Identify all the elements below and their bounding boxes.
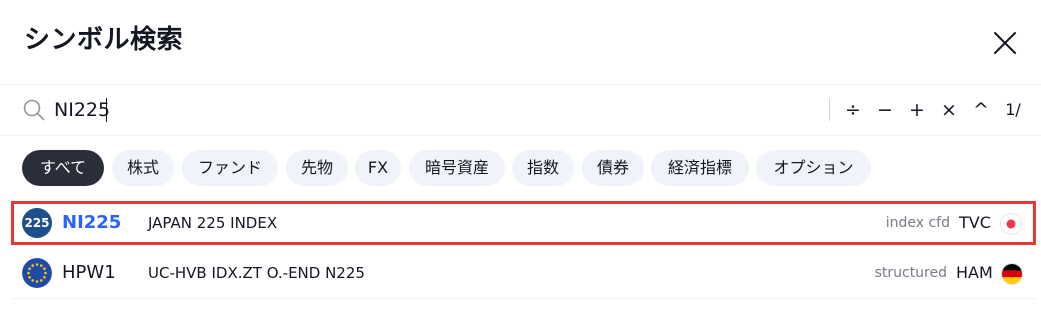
search-input[interactable] xyxy=(54,95,794,125)
dialog-header: シンボル検索 xyxy=(0,0,1041,85)
filter-chip-crypto[interactable]: 暗号資産 xyxy=(409,150,505,186)
result-row[interactable]: 225 NI225 JAPAN 225 INDEX index cfd TVC xyxy=(12,201,1036,248)
filter-chip-futures[interactable]: 先物 xyxy=(286,150,348,186)
filter-chip-funds[interactable]: ファンド xyxy=(182,150,278,186)
result-description: JAPAN 225 INDEX xyxy=(148,214,278,232)
result-symbol[interactable]: HPW1 xyxy=(62,260,116,286)
filter-chip-bonds[interactable]: 債券 xyxy=(582,150,644,186)
category-filter-bar: すべて 株式 ファンド 先物 FX 暗号資産 指数 債券 経済指標 オプション xyxy=(0,150,1041,186)
result-description: UC-HVB IDX.ZT O.-END N225 xyxy=(148,264,365,282)
result-type: index cfd xyxy=(885,215,950,231)
text-caret xyxy=(106,98,107,122)
plus-operator-button[interactable]: + xyxy=(907,96,927,124)
result-type: structured xyxy=(874,265,947,281)
minus-operator-button[interactable]: − xyxy=(875,96,895,124)
multiply-operator-button[interactable]: × xyxy=(939,96,959,124)
search-bar: ÷ − + × ^ 1/ xyxy=(0,85,1041,136)
close-icon[interactable] xyxy=(992,30,1018,56)
result-row[interactable]: HPW1 UC-HVB IDX.ZT O.-END N225 structure… xyxy=(12,251,1036,299)
symbol-logo: 225 xyxy=(22,208,52,238)
result-exchange: TVC xyxy=(959,213,991,232)
symbol-search-dialog: シンボル検索 ÷ − + × ^ 1/ すべて 株式 ファンド 先物 FX 暗号… xyxy=(0,0,1041,328)
reciprocal-operator-button[interactable]: 1/ xyxy=(1000,96,1026,124)
germany-flag-icon xyxy=(1001,263,1023,285)
power-operator-button[interactable]: ^ xyxy=(971,96,991,124)
result-exchange: HAM xyxy=(956,263,993,282)
search-icon xyxy=(23,99,45,121)
eu-flag-icon xyxy=(22,258,52,288)
filter-chip-options[interactable]: オプション xyxy=(756,150,871,186)
dialog-title: シンボル検索 xyxy=(24,25,184,55)
filter-chip-stocks[interactable]: 株式 xyxy=(112,150,174,186)
filter-chip-indices[interactable]: 指数 xyxy=(512,150,574,186)
operator-divider xyxy=(829,99,830,121)
result-symbol[interactable]: NI225 xyxy=(62,210,121,236)
filter-chip-economy[interactable]: 経済指標 xyxy=(651,150,749,186)
filter-chip-all[interactable]: すべて xyxy=(22,150,104,186)
divide-operator-button[interactable]: ÷ xyxy=(843,96,863,124)
filter-chip-fx[interactable]: FX xyxy=(355,150,401,186)
red-dot-icon xyxy=(1000,213,1022,235)
